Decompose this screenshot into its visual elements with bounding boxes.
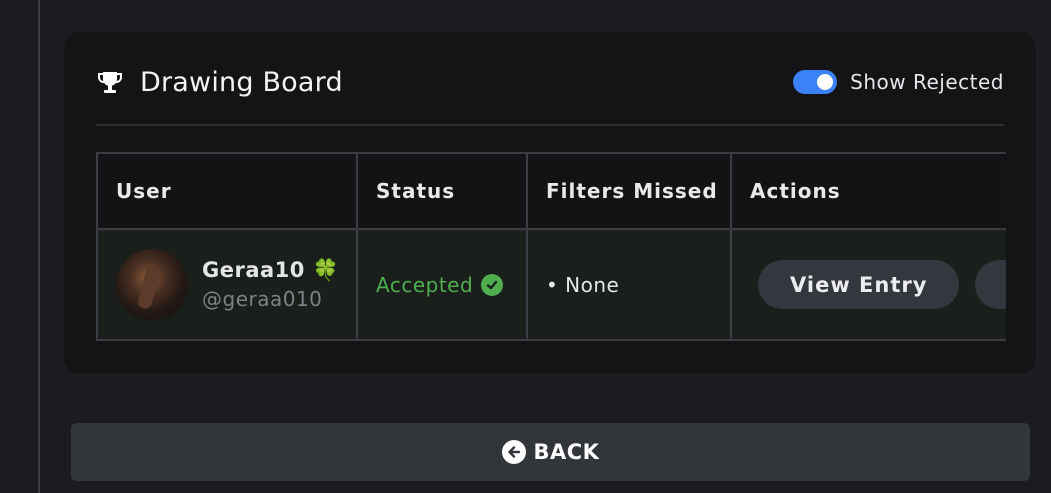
submission-card: Drawing Board Show Rejected User Status …	[63, 31, 1037, 375]
status-cell: Accepted	[356, 228, 528, 341]
user-name: Geraa10 🍀	[202, 258, 340, 282]
user-cell: Geraa10 🍀 @geraa010	[96, 228, 358, 341]
filters-missed-text: • None	[546, 272, 620, 297]
table-header-row: User Status Filters Missed Actions	[96, 152, 1006, 230]
avatar[interactable]	[116, 248, 188, 321]
card-header: Drawing Board Show Rejected	[96, 62, 1004, 102]
column-header-user: User	[96, 152, 358, 230]
arrow-left-circle-icon	[501, 440, 526, 464]
actions-cell: View Entry	[730, 228, 1006, 341]
toggle-knob	[817, 74, 834, 90]
header-divider	[96, 124, 1004, 126]
entries-table-scroll[interactable]: User Status Filters Missed Actions Geraa…	[96, 152, 1006, 343]
check-circle-icon	[481, 273, 504, 296]
entries-table: User Status Filters Missed Actions Geraa…	[96, 152, 1006, 341]
card-title: Drawing Board	[140, 66, 343, 98]
column-header-status: Status	[356, 152, 528, 230]
view-entry-button[interactable]: View Entry	[758, 260, 960, 309]
show-rejected-label: Show Rejected	[850, 70, 1004, 94]
secondary-action-button[interactable]	[975, 260, 1006, 309]
status-text: Accepted	[376, 272, 474, 297]
table-row: Geraa10 🍀 @geraa010 Accepted • None View…	[96, 228, 1006, 341]
column-header-filters-missed: Filters Missed	[526, 152, 732, 230]
back-label: BACK	[533, 440, 600, 464]
show-rejected-toggle[interactable]	[793, 70, 838, 94]
column-header-actions: Actions	[730, 152, 1006, 230]
back-button[interactable]: BACK	[71, 423, 1030, 481]
filters-missed-cell: • None	[526, 228, 732, 341]
page-divider	[38, 0, 40, 493]
user-handle: @geraa010	[202, 287, 323, 311]
show-rejected-control: Show Rejected	[793, 70, 1004, 94]
trophy-icon	[96, 68, 124, 96]
